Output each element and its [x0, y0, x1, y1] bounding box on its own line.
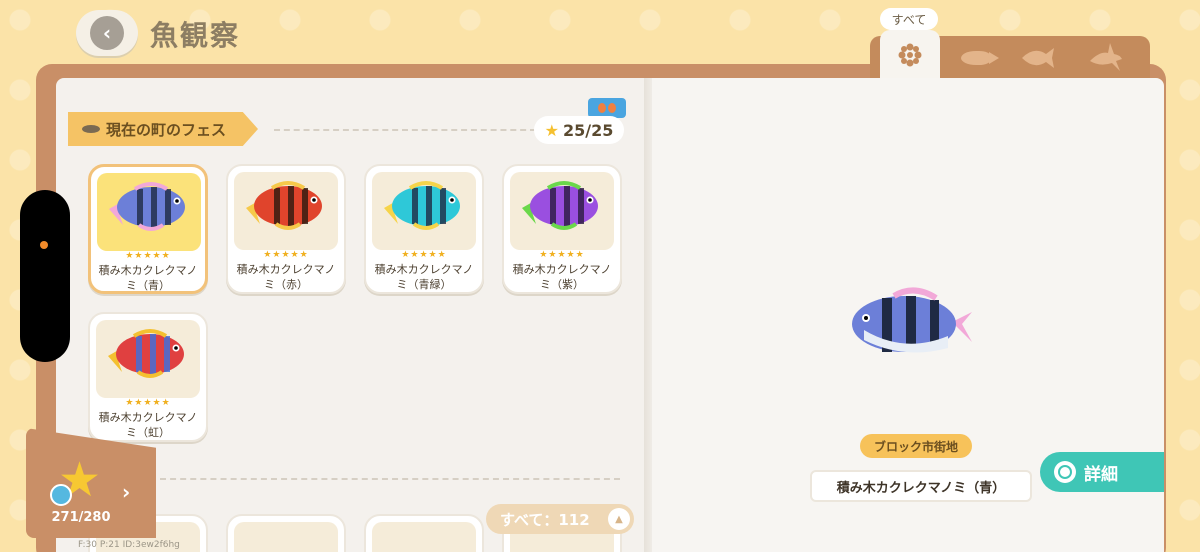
- rarity-stars: ★★★★★: [125, 251, 171, 261]
- section-count: ★ 25/25: [534, 116, 624, 144]
- camera-indicator: [40, 241, 48, 249]
- medium-fish-icon: [1022, 48, 1054, 68]
- small-fish-icon: [961, 51, 999, 65]
- chevron-right-icon: ›: [122, 480, 131, 504]
- tabs-label: すべて: [880, 8, 938, 30]
- fish-card[interactable]: ★★★★★ 積み木カクレクマノミ（青）: [88, 164, 208, 294]
- selected-fish-image: [844, 282, 980, 362]
- fish-image: [372, 522, 476, 552]
- shark-icon: [1090, 43, 1122, 71]
- fish-name: 積み木カクレクマノミ（虹）: [98, 411, 198, 439]
- flower-grid-icon: [898, 43, 922, 67]
- rarity-stars: ★★★★★: [401, 250, 447, 260]
- back-button[interactable]: ‹: [76, 10, 138, 56]
- collection-count: 271/280: [51, 510, 111, 525]
- page-title: 魚観察: [150, 19, 241, 52]
- section-count-value: 25/25: [562, 120, 614, 140]
- fish-card[interactable]: [226, 514, 346, 552]
- tab-large-fish[interactable]: [1076, 36, 1136, 80]
- fish-card[interactable]: [364, 514, 484, 552]
- chevron-left-icon: ‹: [90, 16, 124, 50]
- scroll-up-icon[interactable]: ▲: [608, 508, 630, 530]
- divider: [160, 478, 620, 480]
- detail-button-label: 詳細: [1084, 464, 1118, 485]
- fish-name-box: 積み木カクレクマノミ（青）: [810, 470, 1032, 502]
- divider: [274, 129, 536, 131]
- fish-name: 積み木カクレクマノミ（青緑）: [374, 263, 474, 291]
- rarity-stars: ★★★★★: [125, 398, 171, 408]
- section-header: 現在の町のフェス: [68, 112, 258, 146]
- device-notch: [20, 190, 70, 362]
- fish-card[interactable]: ★★★★★ 積み木カクレクマノミ（赤）: [226, 164, 346, 294]
- detail-button[interactable]: 詳細: [1040, 452, 1164, 492]
- fish-card[interactable]: ★★★★★ 積み木カクレクマノミ（虹）: [88, 312, 208, 442]
- fish-image: [104, 326, 188, 382]
- tab-medium-fish[interactable]: [1008, 36, 1068, 80]
- all-count-label: すべて：112: [500, 510, 590, 529]
- fish-name: 積み木カクレクマノミ（赤）: [236, 263, 336, 291]
- fish-image: [518, 178, 602, 234]
- fish-image: [234, 522, 338, 552]
- fish-icon: [82, 125, 100, 133]
- section-title: 現在の町のフェス: [106, 120, 227, 139]
- category-tabs: [870, 30, 1150, 80]
- fish-name: 積み木カクレクマノミ（紫）: [512, 263, 612, 291]
- rarity-stars: ★★★★★: [539, 250, 585, 260]
- fish-name: 積み木カクレクマノミ（青）: [98, 264, 198, 292]
- fish-image: [380, 178, 464, 234]
- debug-overlay: F:30 P:21 ID:3ew2f6hg: [78, 540, 180, 550]
- tab-small-fish[interactable]: [946, 36, 1006, 80]
- rarity-stars: ★★★★★: [263, 250, 309, 260]
- star-icon: ★: [544, 120, 559, 140]
- location-tag: ブロック市街地: [860, 434, 972, 458]
- fish-card[interactable]: ★★★★★ 積み木カクレクマノミ（紫）: [502, 164, 622, 294]
- all-count-button[interactable]: すべて：112 ▲: [486, 504, 634, 534]
- magnifier-icon: [1054, 461, 1076, 483]
- fish-image: [105, 179, 189, 235]
- fish-badge-icon: [50, 484, 72, 506]
- fish-card[interactable]: ★★★★★ 積み木カクレクマノミ（青緑）: [364, 164, 484, 294]
- festival-balloon-icon: [588, 98, 626, 118]
- tab-all[interactable]: [880, 30, 940, 80]
- fish-image: [242, 178, 326, 234]
